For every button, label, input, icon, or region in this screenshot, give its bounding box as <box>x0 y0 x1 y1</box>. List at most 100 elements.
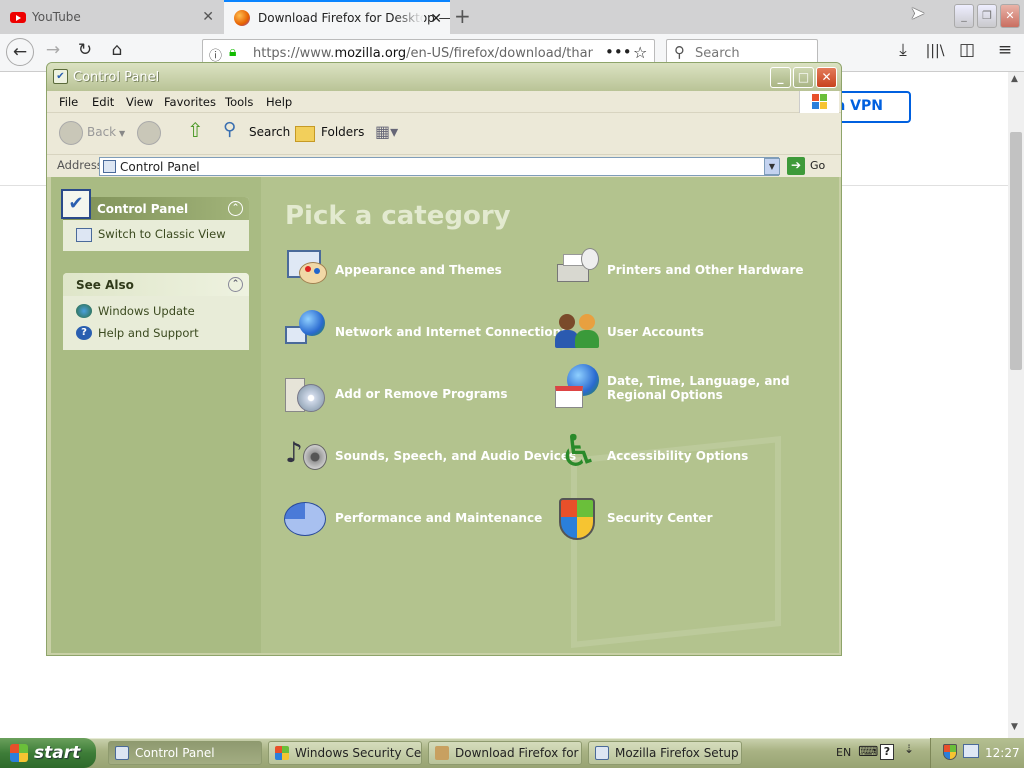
chevron-down-icon[interactable]: ▼ <box>764 158 780 175</box>
tab-youtube[interactable]: YouTube ✕ <box>0 0 222 34</box>
windows-update-icon <box>76 304 92 318</box>
menu-tools[interactable]: Tools <box>225 95 253 109</box>
taskbar-item-control-panel[interactable]: Control Panel <box>108 741 262 765</box>
forward-arrow-icon[interactable]: → <box>40 40 66 60</box>
users-icon <box>553 308 601 356</box>
menu-file[interactable]: File <box>59 95 78 109</box>
go-arrow-icon[interactable]: ➔ <box>787 157 805 175</box>
bookmark-star-icon[interactable]: ☆ <box>633 43 647 62</box>
back-button[interactable]: Back <box>87 125 116 139</box>
appearance-icon <box>281 246 329 294</box>
category-security-center[interactable]: Security Center <box>553 494 713 542</box>
add-remove-icon <box>281 370 329 418</box>
lock-icon[interactable]: 🔒︎ <box>229 44 236 60</box>
pick-category-heading: Pick a category <box>285 201 511 231</box>
close-tab-icon[interactable]: ✕ <box>430 11 442 27</box>
reload-icon[interactable]: ↻ <box>72 40 98 60</box>
toolbar: Back ▼ ⇧ ⚲ Search Folders ▦▾ <box>47 113 841 155</box>
page-actions-icon[interactable]: ••• <box>605 43 632 61</box>
clock: 12:27 <box>985 746 1020 760</box>
library-icon[interactable]: |||\ <box>922 43 948 59</box>
hamburger-menu-icon[interactable]: ≡ <box>992 40 1018 60</box>
firefox-icon <box>234 10 250 26</box>
category-accessibility[interactable]: ♿︎ Accessibility Options <box>553 426 749 480</box>
minimize-button[interactable]: _ <box>770 67 791 88</box>
help-support-label: Help and Support <box>98 326 199 340</box>
help-support-link[interactable]: ? Help and Support <box>63 322 249 350</box>
home-icon[interactable]: ⌂ <box>104 40 130 60</box>
pie-chart-icon <box>281 494 329 542</box>
back-arrow-icon[interactable]: ← <box>6 38 34 66</box>
start-button[interactable]: start <box>0 738 96 768</box>
address-input[interactable]: Control Panel <box>99 157 779 176</box>
category-add-remove-programs[interactable]: Add or Remove Programs <box>281 370 507 418</box>
search-button[interactable]: Search <box>249 125 290 139</box>
language-indicator[interactable]: EN <box>836 746 851 759</box>
control-panel-heading: Control Panel <box>97 202 189 216</box>
windows-update-link[interactable]: Windows Update <box>63 296 249 322</box>
close-tab-icon[interactable]: ✕ <box>202 9 214 25</box>
category-user-accounts[interactable]: User Accounts <box>553 308 704 356</box>
download-icon <box>435 746 449 760</box>
windows-flag-icon <box>10 744 28 762</box>
menu-help[interactable]: Help <box>266 95 292 109</box>
windows-flag-icon <box>799 91 839 113</box>
network-icon <box>281 308 329 356</box>
category-network-internet[interactable]: Network and Internet Connections <box>281 308 568 356</box>
new-tab-icon[interactable]: + <box>454 4 471 28</box>
category-label: Sounds, Speech, and Audio Devices <box>335 449 577 463</box>
mouse-cursor-icon: ➤ <box>910 3 926 24</box>
tray-arrow-icon[interactable]: ⇣ <box>904 742 914 756</box>
scrollbar-thumb[interactable] <box>1010 132 1022 370</box>
forward-arrow-icon[interactable] <box>137 121 161 145</box>
category-label: Network and Internet Connections <box>335 325 569 339</box>
menu-favorites[interactable]: Favorites <box>164 95 216 109</box>
taskbar-item-security-center[interactable]: Windows Security Ce... <box>268 741 422 765</box>
category-label: Accessibility Options <box>607 449 749 463</box>
system-tray: 12:27 <box>930 738 1024 768</box>
folders-icon[interactable] <box>295 126 315 142</box>
close-window-button[interactable]: ✕ <box>1000 4 1020 28</box>
keyboard-icon[interactable]: ⌨ <box>858 744 878 760</box>
category-date-time-language[interactable]: Date, Time, Language, and Regional Optio… <box>553 364 817 412</box>
taskbar-item-firefox-setup[interactable]: Mozilla Firefox Setup <box>588 741 742 765</box>
collapse-chevron-icon[interactable]: ⌃ <box>228 201 243 216</box>
category-sounds-speech-audio[interactable]: ♪ Sounds, Speech, and Audio Devices <box>281 432 576 480</box>
views-icon[interactable]: ▦▾ <box>375 122 398 141</box>
menu-edit[interactable]: Edit <box>92 95 114 109</box>
task-label: Mozilla Firefox Setup <box>615 746 739 760</box>
download-icon[interactable]: ⤓ <box>890 40 916 60</box>
search-icon[interactable]: ⚲ <box>223 119 236 140</box>
category-label: Date, Time, Language, and Regional Optio… <box>607 374 790 402</box>
switch-classic-view-label: Switch to Classic View <box>98 227 226 241</box>
category-appearance-themes[interactable]: Appearance and Themes <box>281 246 502 294</box>
chevron-down-icon[interactable]: ▼ <box>119 129 125 138</box>
back-arrow-icon[interactable] <box>59 121 83 145</box>
sound-icon: ♪ <box>281 432 329 480</box>
maximize-button[interactable]: □ <box>793 67 814 88</box>
help-icon: ? <box>76 326 92 340</box>
close-button[interactable]: ✕ <box>816 67 837 88</box>
accessibility-icon: ♿︎ <box>559 426 599 477</box>
up-folder-icon[interactable]: ⇧ <box>187 118 204 142</box>
control-panel-task-box: ✔ Control Panel ⌃ Switch to Classic View <box>61 189 249 251</box>
sidebar-icon[interactable]: ◫ <box>954 40 980 60</box>
switch-classic-view-link[interactable]: Switch to Classic View <box>63 220 249 251</box>
security-shield-icon[interactable] <box>943 744 957 760</box>
tab-label: YouTube <box>32 10 81 24</box>
task-pane: ✔ Control Panel ⌃ Switch to Classic View… <box>51 177 261 653</box>
collapse-chevron-icon[interactable]: ⌃ <box>228 277 243 292</box>
go-button[interactable]: Go <box>810 159 825 172</box>
minimize-button[interactable]: _ <box>954 4 974 28</box>
menu-view[interactable]: View <box>126 95 153 109</box>
category-printers-hardware[interactable]: Printers and Other Hardware <box>553 246 804 294</box>
taskbar-item-download-firefox[interactable]: Download Firefox for ... <box>428 741 582 765</box>
restore-button[interactable]: ❐ <box>977 4 997 28</box>
category-performance-maintenance[interactable]: Performance and Maintenance <box>281 494 542 542</box>
folders-button[interactable]: Folders <box>321 125 364 139</box>
help-icon[interactable]: ? <box>880 744 894 760</box>
category-label: Security Center <box>607 511 713 525</box>
window-title-bar[interactable]: ✔ Control Panel _ □ ✕ <box>47 63 841 91</box>
tab-firefox-download[interactable]: Download Firefox for Desktop — F ✕ <box>224 0 450 34</box>
network-status-icon[interactable] <box>963 744 979 758</box>
